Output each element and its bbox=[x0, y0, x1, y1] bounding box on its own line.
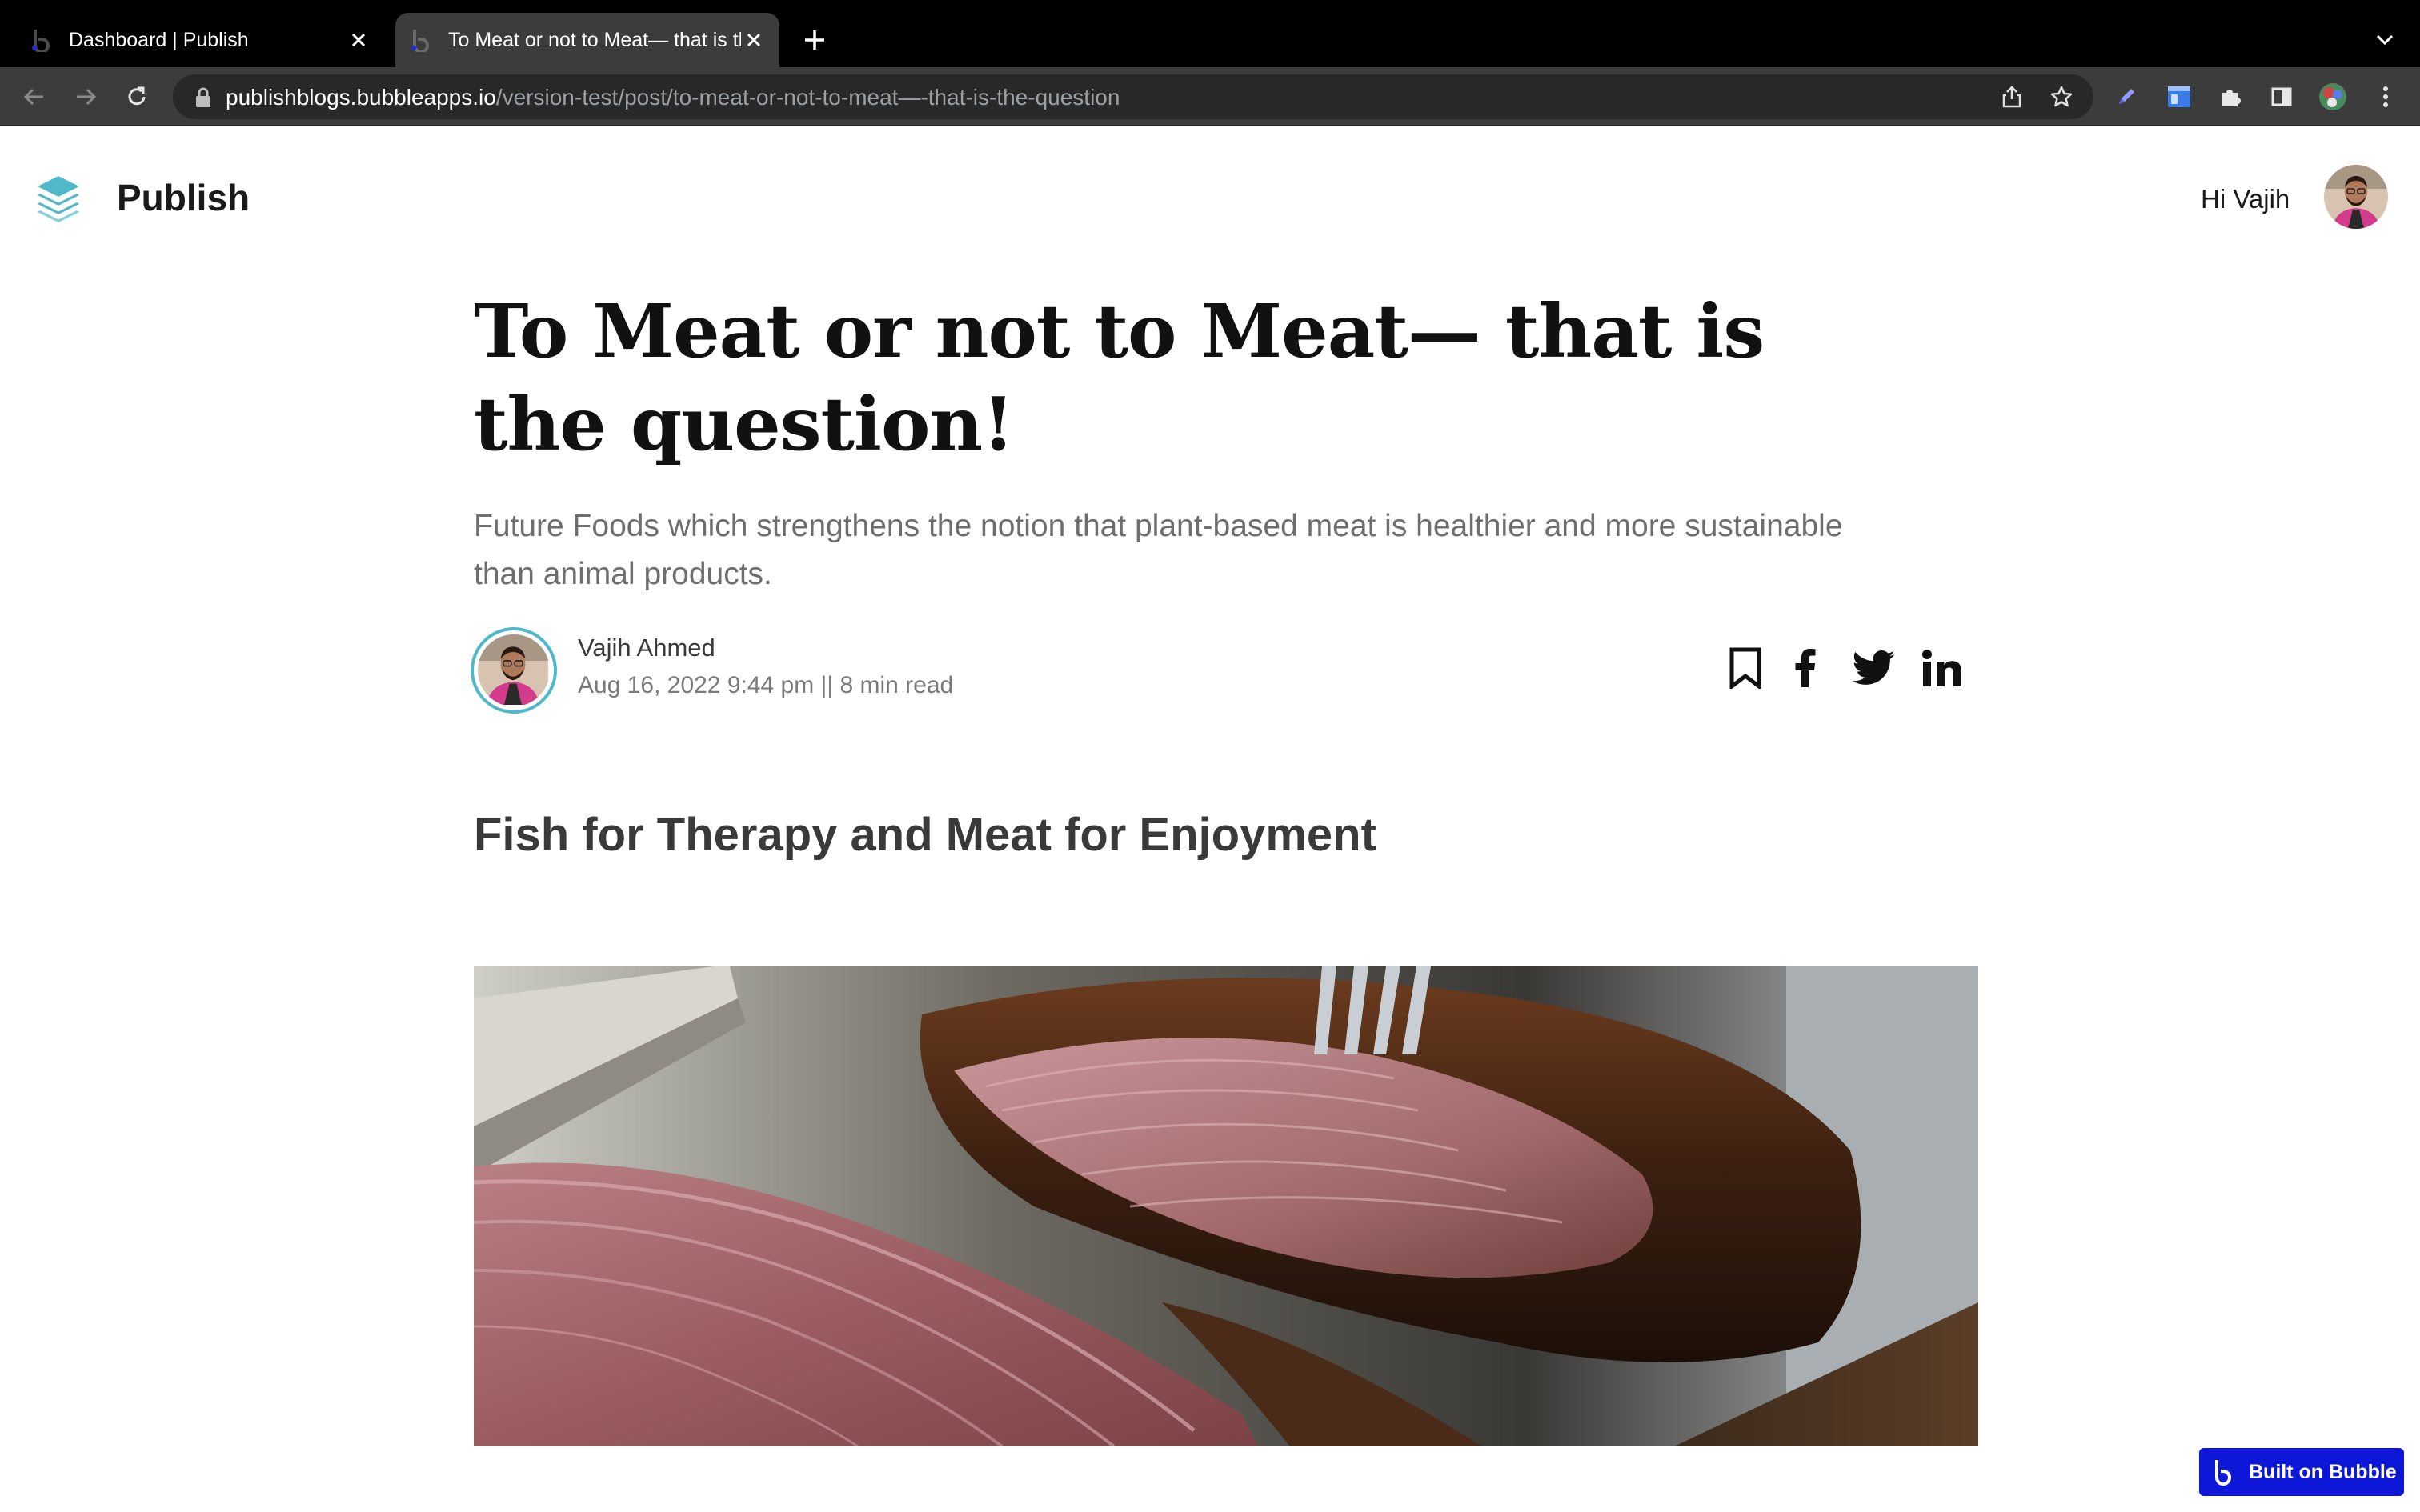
url-text[interactable]: publishblogs.bubbleapps.io/version-test/… bbox=[226, 85, 1120, 110]
tab-article[interactable]: To Meat or not to Meat— that is the ques… bbox=[395, 13, 779, 67]
author-avatar[interactable] bbox=[471, 627, 557, 714]
chevron-down-icon[interactable] bbox=[2369, 24, 2401, 56]
profile-icon[interactable] bbox=[2316, 80, 2350, 114]
lock-icon[interactable] bbox=[194, 87, 213, 108]
star-icon[interactable] bbox=[2047, 82, 2076, 111]
site-name[interactable]: Publish bbox=[117, 176, 250, 219]
linkedin-icon[interactable] bbox=[1921, 645, 1964, 691]
back-icon[interactable] bbox=[18, 80, 51, 114]
pen-extension-icon[interactable] bbox=[2109, 80, 2143, 114]
bubble-logo-icon bbox=[2215, 1460, 2231, 1486]
browser-tab-bar: Dashboard | Publish To Meat or not to Me… bbox=[0, 0, 2420, 67]
tab-title: Dashboard | Publish bbox=[69, 28, 249, 51]
sidepanel-icon[interactable] bbox=[2265, 80, 2298, 114]
close-tab-icon[interactable] bbox=[346, 27, 371, 53]
close-tab-icon[interactable] bbox=[741, 27, 767, 53]
user-avatar[interactable] bbox=[2324, 165, 2388, 229]
tab-dashboard[interactable]: Dashboard | Publish bbox=[16, 13, 384, 67]
forward-icon[interactable] bbox=[69, 80, 102, 114]
post-meta: Aug 16, 2022 9:44 pm || 8 min read bbox=[578, 672, 954, 698]
badge-label: Built on Bubble bbox=[2249, 1460, 2397, 1483]
layout-extension-icon[interactable] bbox=[2162, 80, 2196, 114]
section-heading: Fish for Therapy and Meat for Enjoyment bbox=[474, 809, 1376, 861]
browser-toolbar: publishblogs.bubbleapps.io/version-test/… bbox=[0, 67, 2420, 126]
post-title: To Meat or not to Meat— that is the ques… bbox=[474, 288, 1765, 467]
url-path: /version-test/post/to-meat-or-not-to-mea… bbox=[495, 85, 1120, 110]
reload-icon[interactable] bbox=[120, 80, 154, 114]
bubble-favicon-icon bbox=[32, 30, 50, 52]
bookmark-icon[interactable] bbox=[1727, 645, 1764, 691]
share-icon[interactable] bbox=[1997, 82, 2026, 111]
bubble-favicon-icon bbox=[411, 30, 429, 52]
post-subtitle: Future Foods which strengthens the notio… bbox=[474, 509, 1843, 591]
puzzle-icon[interactable] bbox=[2214, 80, 2247, 114]
url-host: publishblogs.bubbleapps.io bbox=[226, 85, 496, 110]
kebab-menu-icon[interactable] bbox=[2369, 80, 2402, 114]
new-tab-icon[interactable] bbox=[799, 24, 831, 56]
address-bar[interactable]: publishblogs.bubbleapps.io/version-test/… bbox=[173, 74, 2093, 119]
tab-title: To Meat or not to Meat— that is the ques… bbox=[448, 28, 741, 51]
built-on-bubble-badge[interactable]: Built on Bubble bbox=[2199, 1448, 2404, 1496]
publish-logo-icon[interactable] bbox=[34, 173, 83, 222]
hero-image-steak bbox=[474, 966, 1978, 1446]
twitter-icon[interactable] bbox=[1850, 645, 1897, 691]
facebook-icon[interactable] bbox=[1789, 645, 1821, 691]
author-name[interactable]: Vajih Ahmed bbox=[578, 634, 715, 662]
user-greeting[interactable]: Hi Vajih bbox=[2201, 184, 2290, 214]
